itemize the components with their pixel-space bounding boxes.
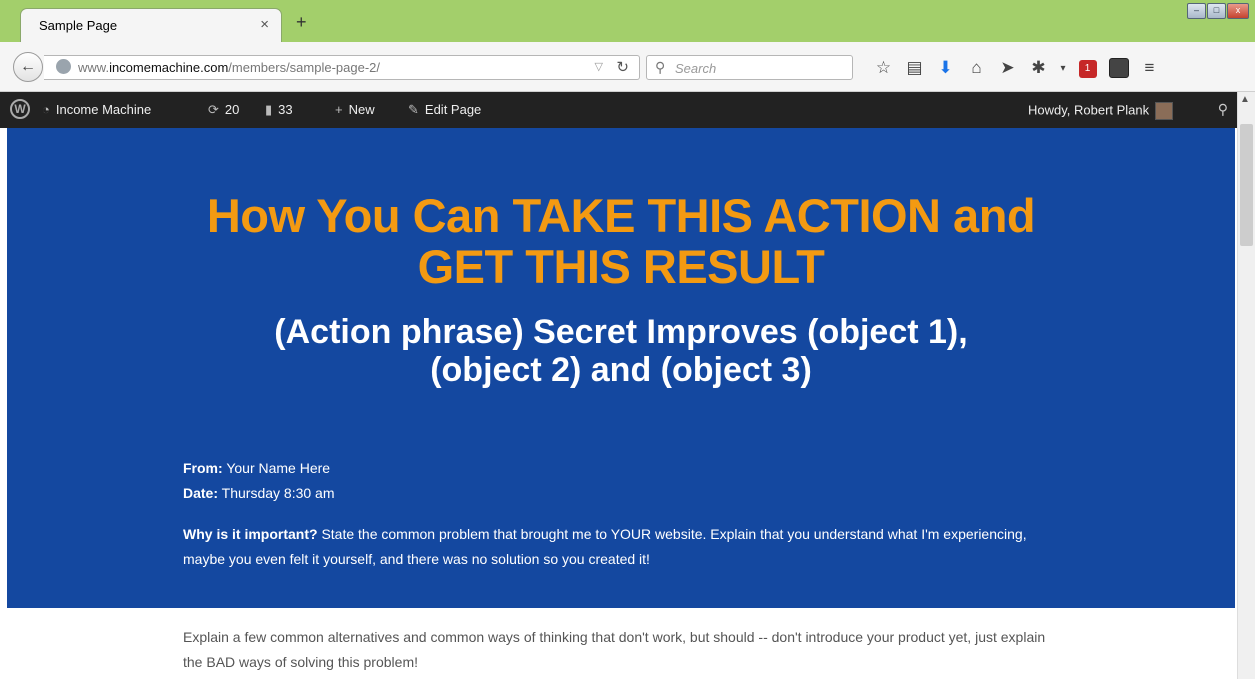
tab-close-icon[interactable]: × bbox=[260, 16, 269, 33]
reading-list-icon[interactable]: ▤ bbox=[899, 58, 930, 78]
page-scrollbar[interactable]: ▲ bbox=[1237, 92, 1255, 679]
window-controls: – □ x bbox=[1186, 3, 1249, 19]
close-window-button[interactable]: x bbox=[1227, 3, 1249, 19]
hamburger-menu-icon[interactable]: ≡ bbox=[1134, 58, 1165, 78]
search-bar[interactable]: ⚲ Search bbox=[646, 55, 853, 80]
tab-title: Sample Page bbox=[39, 18, 118, 33]
wordpress-logo-icon[interactable]: W bbox=[10, 99, 30, 119]
author-meta: From: Your Name Here Date: Thursday 8:30… bbox=[183, 456, 335, 506]
globe-icon bbox=[56, 59, 71, 74]
url-dropdown-icon[interactable]: ▽ bbox=[595, 60, 603, 73]
date-line: Date: Thursday 8:30 am bbox=[183, 485, 335, 501]
site-name-link[interactable]: ◔ Income Machine bbox=[42, 102, 151, 117]
updates-link[interactable]: ⟳ 20 bbox=[208, 102, 239, 118]
search-icon: ⚲ bbox=[655, 59, 666, 75]
wp-admin-bar: W ◔ Income Machine ⟳ 20 ▮ 33 + New ✎ Edit Pag… bbox=[0, 92, 1255, 128]
home-icon[interactable]: ⌂ bbox=[961, 58, 992, 78]
star-icon[interactable]: ☆ bbox=[868, 58, 899, 78]
plus-icon: + bbox=[335, 102, 343, 117]
url-text: www.incomemachine.com/members/sample-pag… bbox=[78, 60, 381, 75]
send-icon[interactable]: ➤ bbox=[992, 58, 1023, 78]
user-account-link[interactable]: Howdy, Robert Plank bbox=[1028, 102, 1174, 120]
comment-icon: ▮ bbox=[265, 102, 273, 117]
toolbar-icons: ☆ ▤ ⬇ ⌂ ➤ ✱ ▾ 1 ≡ bbox=[868, 56, 1165, 80]
new-tab-button[interactable]: + bbox=[296, 13, 307, 31]
search-placeholder: Search bbox=[675, 61, 717, 76]
screenshot-icon[interactable] bbox=[1103, 58, 1134, 79]
back-button[interactable]: ← bbox=[13, 52, 43, 82]
maximize-button[interactable]: □ bbox=[1207, 3, 1226, 19]
comments-link[interactable]: ▮ 33 bbox=[265, 102, 293, 118]
download-icon[interactable]: ⬇ bbox=[930, 58, 961, 78]
menu-dropdown-icon[interactable]: ▾ bbox=[1054, 63, 1072, 74]
edit-page-link[interactable]: ✎ Edit Page bbox=[408, 102, 481, 118]
updates-icon: ⟳ bbox=[208, 102, 219, 117]
page-headline: How You Can TAKE THIS ACTION and GET THI… bbox=[206, 189, 1036, 293]
avatar bbox=[1155, 102, 1174, 120]
reload-icon[interactable]: ↻ bbox=[616, 58, 629, 76]
minimize-button[interactable]: – bbox=[1187, 3, 1206, 19]
browser-titlebar: Sample Page × + – □ x bbox=[0, 0, 1255, 42]
page-subheadline: (Action phrase) Secret Improves (object … bbox=[274, 313, 968, 389]
why-important-paragraph: Why is it important? State the common pr… bbox=[183, 526, 1027, 567]
hero-section: How You Can TAKE THIS ACTION and GET THI… bbox=[7, 128, 1235, 608]
url-bar[interactable]: www.incomemachine.com/members/sample-pag… bbox=[44, 55, 640, 80]
badge-extension-icon[interactable]: 1 bbox=[1072, 58, 1103, 78]
back-arrow-icon: ← bbox=[20, 58, 36, 75]
dashboard-icon: ◔ bbox=[42, 102, 50, 117]
admin-search-icon[interactable]: ⚲ bbox=[1218, 101, 1228, 118]
tab-sample-page[interactable]: Sample Page × bbox=[20, 8, 282, 42]
scroll-up-icon[interactable]: ▲ bbox=[1240, 94, 1250, 105]
from-line: From: Your Name Here bbox=[183, 460, 331, 476]
browser-navbar: ← www.incomemachine.com/members/sample-p… bbox=[0, 42, 1255, 92]
body-paragraph: Explain a few common alternatives and co… bbox=[183, 629, 1046, 670]
scroll-thumb[interactable] bbox=[1240, 124, 1253, 246]
pencil-icon: ✎ bbox=[408, 102, 419, 117]
new-content-link[interactable]: + New bbox=[335, 102, 375, 117]
extension-icon[interactable]: ✱ bbox=[1023, 58, 1054, 78]
